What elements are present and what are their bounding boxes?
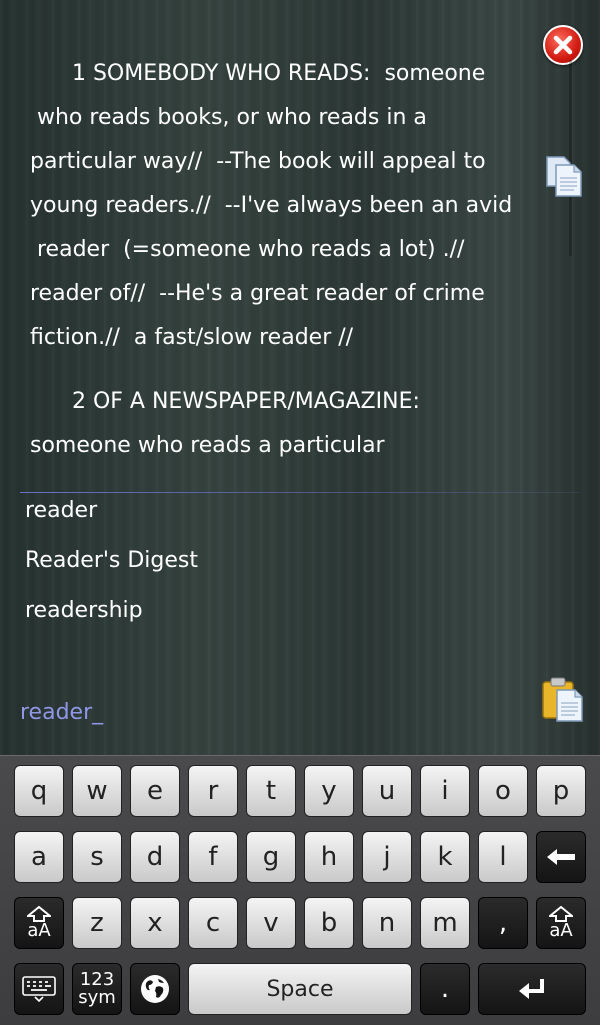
key-q[interactable]: q (14, 765, 64, 817)
definition-line: someone who reads a particular (30, 433, 385, 458)
definition-line: 2 OF A NEWSPAPER/MAGAZINE: (30, 389, 420, 414)
language-key[interactable] (130, 963, 180, 1015)
key-m[interactable]: m (420, 897, 470, 949)
definition-line: 1 SOMEBODY WHO READS: someone (30, 61, 486, 86)
definition-sense-1: 1 SOMEBODY WHO READS: someone who reads … (30, 52, 530, 360)
definition-sense-2: 2 OF A NEWSPAPER/MAGAZINE: someone who r… (30, 380, 530, 468)
copy-button[interactable] (544, 154, 584, 198)
paste-button[interactable] (541, 676, 585, 722)
key-t[interactable]: t (246, 765, 296, 817)
keyboard-hide-key[interactable] (14, 963, 64, 1015)
key-i[interactable]: i (420, 765, 470, 817)
key-z[interactable]: z (72, 897, 122, 949)
key-h[interactable]: h (304, 831, 354, 883)
symbols-mode-key[interactable]: 123 sym (72, 963, 122, 1015)
shift-key-label: aA (27, 920, 51, 941)
key-b[interactable]: b (304, 897, 354, 949)
enter-key[interactable] (478, 963, 586, 1015)
suggestions-divider (20, 492, 580, 493)
key-s[interactable]: s (72, 831, 122, 883)
suggestion-list: reader Reader's Digest readership (25, 494, 565, 644)
globe-icon (141, 975, 169, 1003)
virtual-keyboard: q w e r t y u i o p a s d f g h j k l aA… (0, 755, 600, 1025)
key-period[interactable]: . (420, 963, 470, 1015)
key-comma[interactable]: , (478, 897, 528, 949)
key-y[interactable]: y (304, 765, 354, 817)
definition-line: fiction.// a fast/slow reader // (30, 325, 354, 350)
key-v[interactable]: v (246, 897, 296, 949)
backspace-arrow-icon (547, 849, 575, 865)
key-n[interactable]: n (362, 897, 412, 949)
key-j[interactable]: j (362, 831, 412, 883)
keyboard-icon (22, 976, 56, 1002)
key-r[interactable]: r (188, 765, 238, 817)
key-d[interactable]: d (130, 831, 180, 883)
suggestion-item[interactable]: readership (25, 594, 565, 644)
key-x[interactable]: x (130, 897, 180, 949)
key-l[interactable]: l (478, 831, 528, 883)
definition-line: particular way// --The book will appeal … (30, 149, 486, 174)
suggestion-item[interactable]: reader (25, 494, 565, 544)
key-p[interactable]: p (536, 765, 586, 817)
key-k[interactable]: k (420, 831, 470, 883)
search-input[interactable]: reader_ (20, 700, 103, 725)
suggestion-item[interactable]: Reader's Digest (25, 544, 565, 594)
symbols-key-label-bottom: sym (78, 987, 116, 1008)
paste-icon (542, 677, 583, 722)
definition-panel: 1 SOMEBODY WHO READS: someone who reads … (30, 52, 530, 468)
key-g[interactable]: g (246, 831, 296, 883)
key-o[interactable]: o (478, 765, 528, 817)
key-c[interactable]: c (188, 897, 238, 949)
key-e[interactable]: e (130, 765, 180, 817)
close-icon (553, 35, 573, 55)
shift-key-right[interactable]: aA (536, 897, 586, 949)
definition-line: reader (=someone who reads a lot) .// (30, 237, 465, 262)
definition-line: reader of// --He's a great reader of cri… (30, 281, 485, 306)
close-button[interactable] (543, 25, 583, 65)
key-w[interactable]: w (72, 765, 122, 817)
enter-arrow-icon (519, 979, 544, 999)
key-f[interactable]: f (188, 831, 238, 883)
definition-line: young readers.// --I've always been an a… (30, 193, 513, 218)
shift-key-left[interactable]: aA (14, 897, 64, 949)
backspace-key[interactable] (536, 831, 586, 883)
key-u[interactable]: u (362, 765, 412, 817)
space-key[interactable]: Space (188, 963, 412, 1015)
definition-line: who reads books, or who reads in a (30, 105, 427, 130)
copy-icon (546, 156, 582, 197)
key-a[interactable]: a (14, 831, 64, 883)
shift-key-label: aA (549, 920, 573, 941)
